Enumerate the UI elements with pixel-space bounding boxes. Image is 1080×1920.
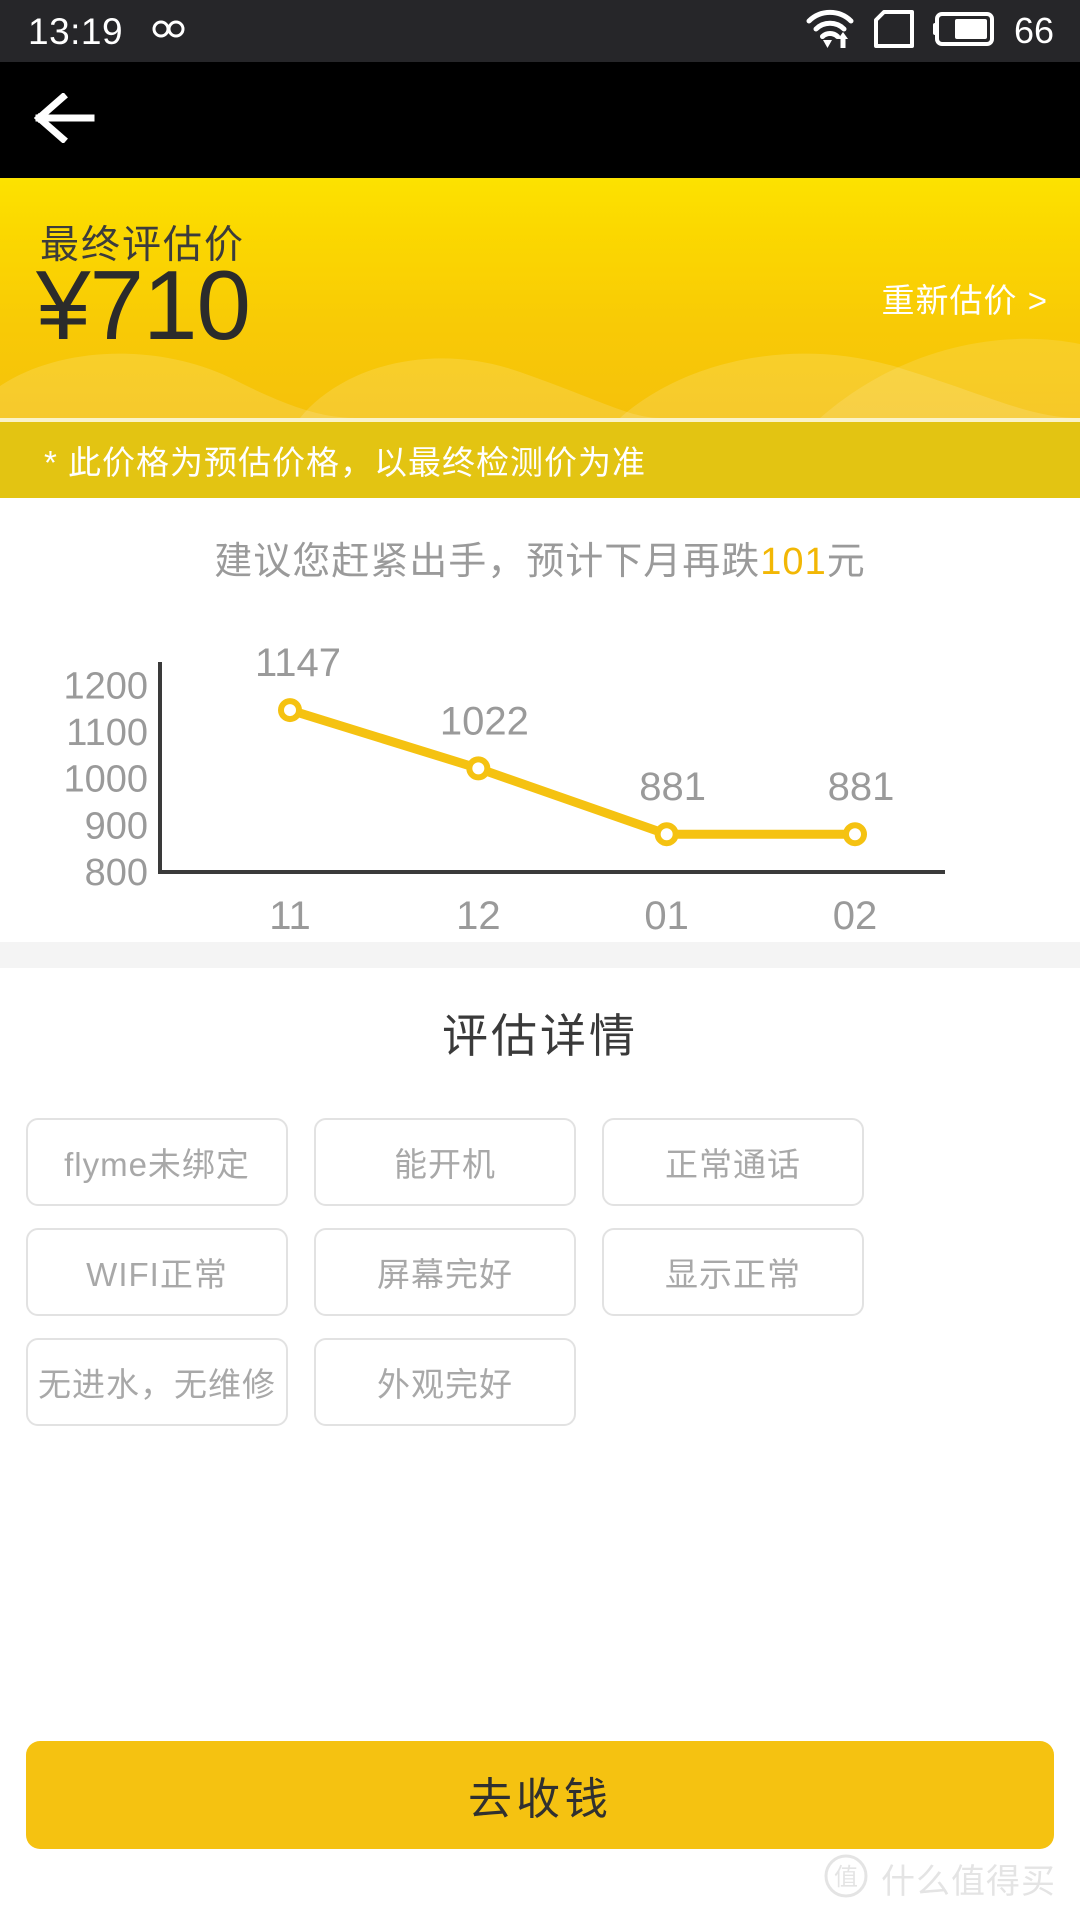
section-divider — [0, 942, 1080, 968]
evaluation-tag: flyme未绑定 — [26, 1118, 288, 1206]
evaluation-tag: 无进水，无维修 — [26, 1338, 288, 1426]
watermark-logo-icon: 值 — [823, 1853, 869, 1904]
y-axis-tick-label: 1100 — [66, 712, 148, 754]
y-axis-tick-label: 1200 — [63, 665, 148, 707]
back-arrow-icon — [33, 91, 97, 148]
data-point-label: 881 — [828, 765, 895, 809]
infinity-icon — [141, 14, 189, 50]
evaluation-tag: 能开机 — [314, 1118, 576, 1206]
data-point-marker — [466, 756, 491, 781]
x-axis-tick-label: 02 — [833, 894, 878, 938]
final-price-value: ¥710 — [36, 250, 251, 360]
evaluation-tag: WIFI正常 — [26, 1228, 288, 1316]
status-bar-right: 66 — [805, 8, 1054, 55]
price-line-series — [285, 705, 860, 839]
data-point-label: 1147 — [255, 641, 341, 685]
x-axis-tick-label: 11 — [269, 894, 311, 938]
status-bar-clock: 13:19 — [28, 10, 124, 52]
sim-card-icon — [872, 9, 916, 54]
evaluation-tag: 正常通话 — [602, 1118, 864, 1206]
back-button[interactable] — [0, 62, 130, 178]
y-axis-tick-label: 900 — [85, 805, 148, 847]
evaluation-tag: 外观完好 — [314, 1338, 576, 1426]
battery-icon — [932, 11, 997, 52]
price-hero-banner: 最终评估价 ¥710 重新估价 > — [0, 178, 1080, 418]
x-axis-tick-label: 12 — [456, 894, 501, 938]
evaluation-tag-grid: flyme未绑定 能开机 正常通话 WIFI正常 屏幕完好 显示正常无进水，无维修 外观完好 — [26, 1118, 1060, 1426]
evaluation-tag: 屏幕完好 — [314, 1228, 576, 1316]
data-point-label: 881 — [639, 765, 706, 809]
app-root: 13:19 66 最终评估价 ¥710 重新估价 > * 此价格为预估价格，以最… — [0, 0, 1080, 1920]
price-trend-chart: 1200 1100 1000 900 800 1147 1022 881 881 11 12 01 02 — [0, 640, 1080, 940]
nav-bar — [0, 62, 1080, 178]
data-point-label: 1022 — [440, 699, 529, 743]
disclaimer-text: * 此价格为预估价格，以最终检测价为准 — [44, 444, 647, 481]
collect-money-button[interactable]: 去收钱 — [26, 1741, 1054, 1849]
advice-prefix: 建议您赶紧出手，预计下月再跌 — [214, 541, 761, 583]
data-point-marker — [843, 822, 867, 847]
details-section-title: 评估详情 — [442, 1010, 638, 1062]
status-bar: 13:19 66 — [0, 0, 1080, 62]
advice-amount: 101 — [760, 541, 827, 583]
battery-percentage: 66 — [1013, 10, 1054, 51]
evaluation-tag: 显示正常 — [602, 1228, 864, 1316]
price-advice-text: 建议您赶紧出手，预计下月再跌101元 — [0, 530, 1080, 585]
advice-suffix: 元 — [826, 541, 866, 583]
svg-text:值: 值 — [834, 1864, 858, 1891]
wifi-icon — [805, 8, 855, 55]
revaluate-link[interactable]: 重新估价 > — [882, 274, 1048, 322]
watermark-text: 什么值得买 — [881, 1863, 1056, 1901]
data-point-marker — [278, 698, 302, 723]
y-axis-tick-label: 1000 — [63, 759, 148, 801]
x-axis-tick-label: 01 — [644, 894, 689, 938]
watermark: 值 什么值得买 — [823, 1853, 1056, 1904]
data-point-marker — [654, 822, 679, 847]
y-axis-tick-label: 800 — [85, 852, 148, 894]
price-trend-chart-svg: 1200 1100 1000900 800 1147 1022 881 881 11 12 01 02 — [63, 641, 945, 938]
status-bar-left: 13:19 — [28, 13, 189, 50]
price-disclaimer-band: * 此价格为预估价格，以最终检测价为准 — [0, 418, 1080, 498]
